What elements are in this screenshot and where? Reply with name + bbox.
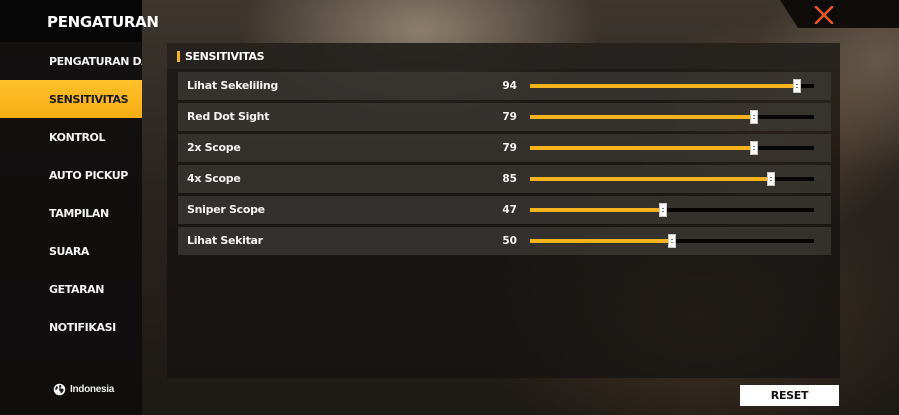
slider-label: Lihat Sekeliling	[187, 79, 278, 92]
sensitivity-slider[interactable]	[530, 203, 814, 217]
slider-fill	[530, 208, 664, 212]
slider-thumb[interactable]	[668, 234, 676, 248]
sensitivity-slider[interactable]	[530, 79, 814, 93]
slider-value: 47	[502, 204, 517, 216]
close-tab-shape	[780, 0, 899, 28]
sensitivity-slider[interactable]	[530, 234, 814, 248]
slider-thumb[interactable]	[767, 172, 776, 186]
sensitivity-panel: SENSITIVITAS Lihat Sekeliling 94 Red Dot…	[167, 43, 840, 378]
sidebar-item-sensitivitas[interactable]: SENSITIVITAS	[0, 80, 142, 118]
slider-value: 94	[502, 80, 517, 92]
sensitivity-slider[interactable]	[530, 172, 814, 186]
sidebar-item-kontrol[interactable]: KONTROL	[0, 118, 142, 156]
slider-row-4x-scope: 4x Scope 85	[178, 165, 831, 193]
sidebar-item-notifikasi[interactable]: NOTIFIKASI	[0, 308, 142, 346]
sidebar-item-auto-pickup[interactable]: AUTO PICKUP	[0, 156, 142, 194]
slider-thumb[interactable]	[750, 141, 759, 155]
slider-row-2x-scope: 2x Scope 79	[178, 134, 831, 162]
language-selector[interactable]: Indonesia	[53, 383, 114, 396]
slider-value: 79	[502, 142, 517, 154]
slider-row-sniper-scope: Sniper Scope 47	[178, 196, 831, 224]
sensitivity-slider[interactable]	[530, 110, 814, 124]
slider-row-lihat-sekeliling: Lihat Sekeliling 94	[178, 72, 831, 100]
slider-label: Red Dot Sight	[187, 110, 270, 123]
panel-header: SENSITIVITAS	[167, 43, 840, 69]
reset-button[interactable]: RESET	[740, 385, 839, 406]
slider-fill	[530, 84, 797, 88]
slider-value: 85	[502, 173, 517, 185]
sidebar-item-getaran[interactable]: GETARAN	[0, 270, 142, 308]
sidebar-nav: PENGATURAN DASAR SENSITIVITAS KONTROL AU…	[0, 42, 142, 346]
language-label: Indonesia	[70, 384, 114, 395]
slider-value: 50	[502, 235, 517, 247]
slider-value: 79	[502, 111, 517, 123]
slider-label: 4x Scope	[187, 172, 241, 185]
slider-fill	[530, 239, 672, 243]
slider-list: Lihat Sekeliling 94 Red Dot Sight 79 2x …	[178, 72, 831, 258]
slider-fill	[530, 115, 755, 119]
slider-row-red-dot-sight: Red Dot Sight 79	[178, 103, 831, 131]
sensitivity-slider[interactable]	[530, 141, 814, 155]
sidebar-item-pengaturan-dasar[interactable]: PENGATURAN DASAR	[0, 42, 142, 80]
slider-fill	[530, 177, 772, 181]
globe-icon	[53, 383, 66, 396]
slider-label: Sniper Scope	[187, 203, 265, 216]
slider-label: 2x Scope	[187, 141, 241, 154]
slider-row-lihat-sekitar: Lihat Sekitar 50	[178, 227, 831, 255]
sidebar: PENGATURAN PENGATURAN DASAR SENSITIVITAS…	[0, 0, 159, 415]
slider-fill	[530, 146, 755, 150]
close-icon[interactable]	[814, 6, 834, 24]
sidebar-item-tampilan[interactable]: TAMPILAN	[0, 194, 142, 232]
sidebar-item-suara[interactable]: SUARA	[0, 232, 142, 270]
panel-title: SENSITIVITAS	[185, 49, 265, 63]
slider-thumb[interactable]	[659, 203, 668, 217]
slider-label: Lihat Sekitar	[187, 234, 263, 247]
page-title: PENGATURAN	[0, 0, 159, 42]
slider-thumb[interactable]	[792, 79, 801, 93]
close-button-frame	[780, 0, 899, 28]
slider-thumb[interactable]	[750, 110, 759, 124]
header-accent-bar	[177, 50, 180, 62]
